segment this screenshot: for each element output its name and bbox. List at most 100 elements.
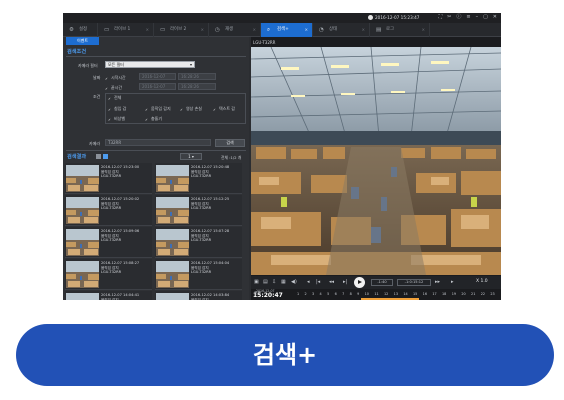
camera-name-input[interactable]: T32RR: [105, 139, 211, 146]
search-plus-button[interactable]: 검색+: [16, 324, 554, 386]
fast-forward-icon[interactable]: ▸▸: [435, 279, 440, 285]
end-time-field[interactable]: 16:28:26: [178, 83, 216, 90]
monitor-icon: ▭: [104, 27, 110, 33]
condition-label: 영상 손실: [186, 106, 202, 111]
condition-video-loss-checkbox[interactable]: ✓ 영상 손실: [180, 106, 202, 112]
rewind-icon[interactable]: ◂◂: [329, 279, 334, 285]
timeline-hour-label: 23: [490, 292, 495, 296]
start-time-checkbox[interactable]: ✓ 시작시간: [105, 75, 126, 81]
datetime-text: 2016-12-07 15:23:47: [375, 15, 420, 20]
warehouse-video-frame: [251, 47, 501, 275]
playback-icon: ◷: [215, 27, 220, 33]
result-camera: LGU-T32RR: [101, 270, 122, 275]
close-icon[interactable]: ✕: [493, 14, 497, 21]
result-item[interactable]: 2016-12-07 15:23:00 움직임 감지 LGU-T32RR: [65, 163, 152, 194]
camera-filter-value: 모든 필터: [108, 62, 124, 67]
next-icon[interactable]: ▸: [451, 279, 454, 285]
playback-controls: ▣ ▤ ⇩ ▦ ◀) ◂ |◂ ◂◂ ▸| -1:40 -1:0:15:12 ▸…: [251, 276, 501, 289]
camera-icon[interactable]: ▣: [254, 279, 259, 285]
tab-status[interactable]: ◔ 상태 ×: [313, 23, 370, 37]
result-item[interactable]: 2016-12-07 15:04:04 움직임 감지 LGU-T32RR: [155, 259, 242, 290]
condition-label: 전체: [114, 95, 122, 100]
result-info: 2016-12-07 15:09:06 움직임 감지 LGU-T32RR: [101, 229, 139, 243]
timeline-hour-label: 17: [432, 292, 437, 296]
result-info: 2016-12-07 15:07:28 움직임 감지 LGU-T32RR: [191, 229, 229, 243]
fullscreen-icon[interactable]: ⛶: [439, 14, 443, 21]
condition-all-checkbox[interactable]: ✓ 전체: [108, 95, 121, 101]
page-select[interactable]: 1 ▾: [180, 153, 202, 160]
timeline-hour-label: 4: [319, 292, 322, 296]
gear-icon: ⚙: [69, 27, 74, 33]
search-button[interactable]: 검색: [215, 139, 245, 147]
close-icon[interactable]: ×: [253, 23, 256, 37]
step-icon[interactable]: ▸|: [343, 279, 347, 285]
result-time: 2016-12-07 15:08:27: [101, 261, 140, 265]
tab-settings[interactable]: ⚙ 설정: [63, 23, 98, 37]
result-item[interactable]: 2016-12-07 15:08:27 움직임 감지 LGU-T32RR: [65, 259, 152, 290]
timeline[interactable]: 2016-12-07 15:20:47 1 2 3 4 5 6 7 8 9 10 11 12 13 14 1…: [251, 289, 501, 300]
result-time: 2016-12-07 15:07:28: [191, 229, 230, 233]
speed-value-box[interactable]: -1:0:15:12: [397, 279, 431, 286]
check-icon: ✓: [108, 107, 111, 112]
end-date-field[interactable]: 2016-12-07: [139, 83, 176, 90]
result-info: 2016-12-07 15:08:27 움직임 감지 LGU-T32RR: [101, 261, 139, 275]
close-icon[interactable]: ×: [305, 23, 308, 37]
result-item[interactable]: 2016-12-07 15:09:06 움직임 감지 LGU-T32RR: [65, 227, 152, 258]
print-icon[interactable]: ▦: [281, 279, 286, 285]
close-icon[interactable]: ×: [362, 23, 365, 37]
step-back-icon[interactable]: |◂: [316, 279, 320, 285]
info-icon[interactable]: ⓘ: [456, 14, 461, 21]
end-time-checkbox[interactable]: ✓ 끝시간: [105, 85, 122, 91]
restore-icon[interactable]: ▢: [483, 14, 488, 21]
close-icon[interactable]: ×: [422, 23, 425, 37]
timeline-all-label[interactable]: 전체: [254, 291, 261, 296]
close-icon[interactable]: ×: [146, 23, 149, 37]
result-item[interactable]: 2016-12-07 15:20:48 움직임 감지 LGU-T32RR: [155, 163, 242, 194]
results-grid: 2016-12-07 15:23:00 움직임 감지 LGU-T32RR 2016-1…: [65, 163, 247, 300]
tools-icon[interactable]: ✂: [447, 14, 451, 21]
start-time-field[interactable]: 16:28:26: [178, 73, 216, 80]
camera-filter-select[interactable]: 모든 필터 ▾: [105, 61, 195, 68]
result-item[interactable]: 2016-12-07 15:20:02 움직임 감지 LGU-T32RR: [65, 195, 152, 226]
minimize-icon[interactable]: –: [476, 14, 479, 21]
volume-icon[interactable]: ◀): [291, 279, 297, 285]
tab-label: 재생: [225, 27, 234, 32]
condition-alarm-checkbox[interactable]: ✓ 비상벨: [108, 116, 125, 122]
snapshot-icon[interactable]: ▤: [263, 279, 268, 285]
timeline-hours: 1 2 3 4 5 6 7 8 9 10 11 12 13 14 15 16 17 18 19 20 21 22 23: [297, 292, 495, 296]
result-time: 2016-12-07 15:20:48: [191, 165, 230, 169]
condition-collision-checkbox[interactable]: ✓ 충돌기: [145, 116, 162, 122]
timeline-hour-label: 22: [480, 292, 486, 296]
timeline-hour-label: 7: [342, 292, 345, 296]
subtab-event[interactable]: 이벤트: [66, 37, 99, 45]
timeline-hour-label: 9: [357, 292, 360, 296]
tab-live-1[interactable]: ▭ 라이브 1 ×: [98, 23, 154, 37]
timeline-hour-label: 8: [349, 292, 352, 296]
tab-live-2[interactable]: ▭ 라이브 2 ×: [154, 23, 209, 37]
speed-down-box[interactable]: -1:40: [371, 279, 393, 286]
start-date-field[interactable]: 2016-12-07: [139, 73, 176, 80]
tab-playback[interactable]: ◷ 재생 ×: [209, 23, 261, 37]
play-button[interactable]: [354, 277, 365, 288]
menu-icon[interactable]: ≡: [466, 14, 470, 21]
timeline-recording-bar: [361, 298, 419, 300]
condition-motion-checkbox[interactable]: ✓ 움직임 감지: [145, 106, 171, 112]
conditions-label: 조건: [93, 94, 101, 99]
tab-log[interactable]: ▤ 로그 ×: [370, 23, 430, 37]
result-item[interactable]: 2016-12-07 15:07:28 움직임 감지 LGU-T32RR: [155, 227, 242, 258]
previous-icon[interactable]: ◂: [307, 279, 310, 285]
export-icon[interactable]: ⇩: [272, 279, 276, 285]
result-info: 2016-12-07 15:20:02 움직임 감지 LGU-T32RR: [101, 197, 139, 211]
condition-intrusion-checkbox[interactable]: ✓ 침입 감: [108, 106, 126, 112]
result-item[interactable]: 2016-12-02 14:03:84움직임 감지LGU-T32RR: [155, 291, 242, 300]
tab-search-plus[interactable]: ⌕ 검색+ ×: [261, 23, 313, 37]
condition-text-checkbox[interactable]: ✓ 텍스트 감: [213, 106, 235, 112]
window-controls: ⛶ ✂ ⓘ ≡ – ▢ ✕: [439, 14, 497, 21]
list-view-icon[interactable]: [96, 154, 101, 159]
video-view[interactable]: [251, 47, 501, 275]
date-label: 날짜: [93, 75, 101, 80]
close-icon[interactable]: ×: [201, 23, 204, 37]
result-item[interactable]: 2016-12-07 14:04:41움직임 감지LGU-T32RR: [65, 291, 152, 300]
grid-view-icon[interactable]: [103, 154, 108, 159]
result-item[interactable]: 2016-12-07 15:12:25 움직임 감지 LGU-T32RR: [155, 195, 242, 226]
